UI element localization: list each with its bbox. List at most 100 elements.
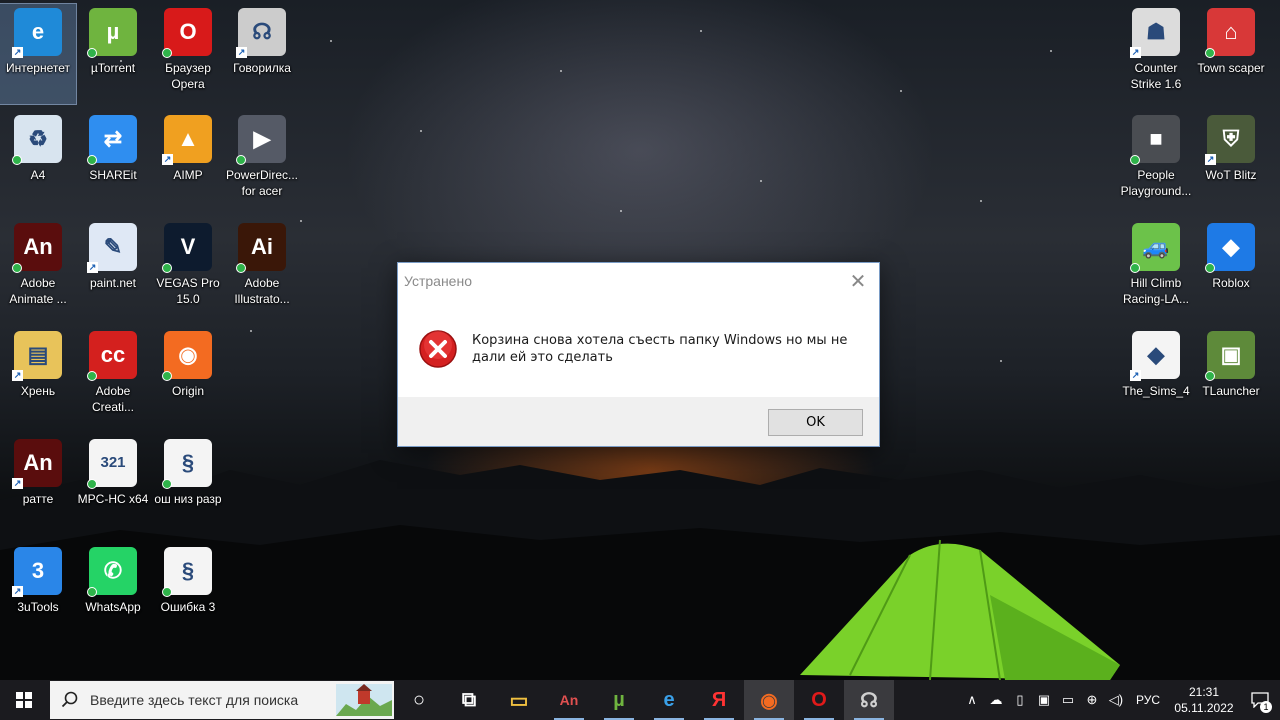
tlauncher-icon: ▣ [1205, 331, 1255, 381]
desktop-icon-whatsapp[interactable]: ✆ WhatsApp [75, 543, 151, 643]
icon-glyph: ☊ [252, 19, 272, 44]
desktop-icon-label: TLauncher [1202, 384, 1260, 398]
utorrent-icon: µ [613, 688, 625, 711]
desktop-icon-people-playground[interactable]: ■ People Playground... [1118, 111, 1194, 211]
desktop-icon-label: Хрень [20, 384, 56, 398]
clock[interactable]: 21:31 05.11.2022 [1168, 684, 1240, 716]
sims-icon: ◆ ↗ [1130, 331, 1180, 381]
desktop-icon-3utools[interactable]: 3 ↗ 3uTools [0, 543, 76, 643]
desktop-icon-utorrent[interactable]: µ µTorrent [75, 4, 151, 104]
taskbar-app-task-view[interactable]: ⧉ [444, 680, 494, 720]
folder-icon: ▤ ↗ [12, 331, 62, 381]
language-indicator[interactable]: РУС [1136, 693, 1160, 707]
desktop-icon-adobe-illustrator[interactable]: Ai Adobe Illustrato... [224, 219, 300, 319]
desktop-icon-mpc-hc[interactable]: 321 MPC-HC x64 [75, 435, 151, 535]
desktop-icon-wot-blitz[interactable]: ⛨ ↗ WoT Blitz [1193, 111, 1269, 211]
shortcut-arrow-icon: ↗ [162, 154, 173, 165]
shortcut-arrow-icon: ↗ [1130, 370, 1141, 381]
sync-check-icon [1205, 48, 1215, 58]
clock-time: 21:31 [1188, 685, 1220, 699]
desktop-icon-script-file[interactable]: § ош низ разр [150, 435, 226, 535]
search-icon [50, 691, 90, 709]
shortcut-arrow-icon: ↗ [12, 47, 23, 58]
desktop-icon-adobe-animate[interactable]: An Adobe Animate ... [0, 219, 76, 319]
search-highlight-art [336, 684, 392, 716]
desktop-icon-vegas[interactable]: V VEGAS Pro 15.0 [150, 219, 226, 319]
network-icon[interactable]: ⊕ [1080, 680, 1104, 720]
display-icon[interactable]: ▣ [1032, 680, 1056, 720]
desktop-icon-edge[interactable]: e ↗ Интернетет [0, 3, 77, 105]
sync-check-icon [87, 48, 97, 58]
desktop-icon-recycle-bin[interactable]: ♻ A4 [0, 111, 76, 211]
desktop-icon-label: Roblox [1212, 276, 1250, 290]
hill-climb-icon: 🚙 [1130, 223, 1180, 273]
desktop-icon-origin[interactable]: ◉ Origin [150, 327, 226, 427]
townscaper-icon: ⌂ [1205, 8, 1255, 58]
script-file-icon: § [162, 547, 212, 597]
taskbar: Введите здесь текст для поиска ○ ⧉ ▭ An µ e Я ◉… [0, 680, 1280, 720]
desktop-icon-label: Браузер Opera [165, 61, 211, 91]
desktop-icon-opera[interactable]: O Браузер Opera [150, 4, 226, 104]
desktop-icon-label: WoT Blitz [1205, 168, 1257, 182]
icon-glyph: O [179, 19, 197, 44]
taskbar-app-adobe-animate[interactable]: An [544, 680, 594, 720]
desktop-icon-aimp[interactable]: ▲ ↗ AIMP [150, 111, 226, 211]
desktop-icon-roblox[interactable]: ◆ Roblox [1193, 219, 1269, 319]
chevron-up-icon[interactable]: ∧ [960, 680, 984, 720]
battery-icon[interactable]: ▭ [1056, 680, 1080, 720]
close-icon[interactable]: ✕ [843, 266, 873, 296]
sync-check-icon [162, 48, 172, 58]
shortcut-arrow-icon: ↗ [12, 478, 23, 489]
desktop-icon-sims[interactable]: ◆ ↗ The_Sims_4 [1118, 327, 1194, 427]
taskbar-app-cortana[interactable]: ○ [394, 680, 444, 720]
taskbar-app-edge[interactable]: e [644, 680, 694, 720]
star [300, 220, 302, 222]
desktop-icon-label: SHAREit [89, 168, 137, 182]
sync-check-icon [236, 155, 246, 165]
volume-icon[interactable]: ◁) [1104, 680, 1128, 720]
desktop-icon-label: VEGAS Pro 15.0 [156, 276, 220, 306]
desktop-icon-script-file[interactable]: § Ошибка 3 [150, 543, 226, 643]
taskbar-app-utorrent[interactable]: µ [594, 680, 644, 720]
script-file-icon: § [162, 439, 212, 489]
desktop-icon-folder[interactable]: ▤ ↗ Хрень [0, 327, 76, 427]
desktop-icon-shareit[interactable]: ⇄ SHAREit [75, 111, 151, 211]
star [1000, 360, 1002, 362]
sync-check-icon [87, 587, 97, 597]
icon-glyph: An [23, 450, 53, 475]
device-icon[interactable]: ▯ [1008, 680, 1032, 720]
sync-check-icon [162, 479, 172, 489]
desktop-icon-counter-strike[interactable]: ☗ ↗ Counter Strike 1.6 [1118, 4, 1194, 104]
desktop-icon-adobe-cc[interactable]: cc Adobe Creati... [75, 327, 151, 427]
system-tray: ∧ ☁ ▯ ▣ ▭ ⊕ ◁) РУС 21:31 05.11.2022 1 [960, 680, 1280, 720]
sync-check-icon [1205, 263, 1215, 273]
taskbar-search-box[interactable]: Введите здесь текст для поиска [50, 681, 394, 719]
notification-center-button[interactable]: 1 [1240, 680, 1280, 720]
taskbar-app-govorilka[interactable]: ☊ [844, 680, 894, 720]
taskbar-app-yandex[interactable]: Я [694, 680, 744, 720]
sync-check-icon [162, 263, 172, 273]
wot-blitz-icon: ⛨ ↗ [1205, 115, 1255, 165]
taskbar-app-aimp[interactable]: ◉ [744, 680, 794, 720]
icon-glyph: cc [100, 342, 126, 367]
desktop-icon-hill-climb[interactable]: 🚙 Hill Climb Racing-LA... [1118, 219, 1194, 319]
ok-button[interactable]: OK [768, 409, 863, 436]
desktop-icon-powerdirector[interactable]: ▶ PowerDirec... for acer [224, 111, 300, 211]
search-placeholder: Введите здесь текст для поиска [90, 692, 299, 708]
taskbar-app-file-explorer[interactable]: ▭ [494, 680, 544, 720]
taskbar-app-opera[interactable]: O [794, 680, 844, 720]
dialog-footer: OK [398, 397, 879, 446]
icon-glyph: ✆ [103, 558, 123, 583]
desktop-icon-govorilka[interactable]: ☊ ↗ Говорилка [224, 4, 300, 104]
desktop-icon-tlauncher[interactable]: ▣ TLauncher [1193, 327, 1269, 427]
desktop-icon-label: Origin [171, 384, 204, 398]
onedrive-icon[interactable]: ☁ [984, 680, 1008, 720]
counter-strike-icon: ☗ ↗ [1130, 8, 1180, 58]
start-button[interactable] [0, 680, 48, 720]
icon-glyph: § [181, 558, 195, 583]
desktop-icon-townscaper[interactable]: ⌂ Town scaper [1193, 4, 1269, 104]
icon-glyph: ▶ [253, 126, 271, 151]
desktop-icon-label: A4 [30, 168, 46, 182]
desktop-icon-paintnet[interactable]: ✎ ↗ paint.net [75, 219, 151, 319]
desktop-icon-animate-file[interactable]: An ↗ ратте [0, 435, 76, 535]
